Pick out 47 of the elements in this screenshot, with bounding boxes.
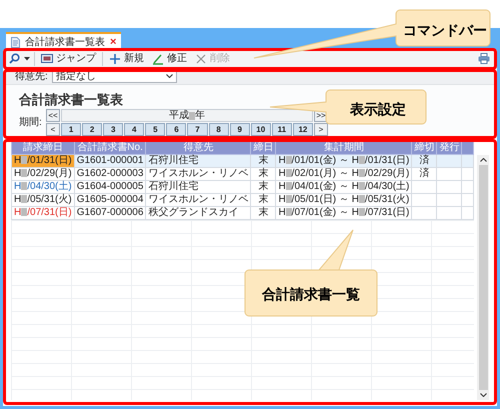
month-button[interactable]: 9 bbox=[230, 123, 250, 136]
tab-title: 合計請求書一覧表 bbox=[25, 36, 105, 50]
close-icon[interactable]: × bbox=[110, 36, 116, 48]
table-cell: H /05/31(火) bbox=[14, 194, 72, 205]
chevron-down-icon bbox=[166, 74, 173, 78]
plus-icon bbox=[109, 52, 121, 64]
table-cell: G1607-000006 bbox=[74, 206, 146, 220]
month-button[interactable]: 4 bbox=[124, 123, 144, 136]
screen-icon bbox=[41, 52, 53, 64]
scroll-up-icon[interactable] bbox=[480, 158, 486, 162]
new-button[interactable]: 新規 bbox=[107, 52, 146, 66]
table-cell: H /04/30(土) bbox=[14, 181, 72, 192]
jump-button[interactable]: ジャンプ bbox=[39, 52, 98, 66]
search-icon[interactable] bbox=[9, 53, 20, 64]
document-icon bbox=[11, 36, 20, 48]
table-cell: H /07/01(金) ～ H /07/31(日) bbox=[276, 206, 412, 220]
month-button[interactable]: 3 bbox=[103, 123, 124, 136]
table-cell: 秩父グランドスカイ bbox=[146, 206, 251, 220]
edit-button[interactable]: 修正 bbox=[150, 52, 189, 66]
callout-text: 合計請求書一覧 bbox=[261, 285, 361, 304]
month-button[interactable]: 2 bbox=[82, 123, 102, 136]
cross-icon bbox=[195, 52, 207, 64]
month-button[interactable]: 8 bbox=[208, 123, 229, 136]
report-title: 合計請求書一覧表 bbox=[19, 93, 124, 106]
pencil-icon bbox=[152, 52, 164, 64]
callout-text: 表示設定 bbox=[349, 100, 407, 119]
next-button[interactable]: > bbox=[314, 123, 328, 136]
month-button[interactable]: 11 bbox=[272, 123, 292, 136]
table-cell: H /07/31(日) bbox=[14, 207, 72, 218]
month-button[interactable]: 10 bbox=[250, 123, 271, 136]
scrollbar[interactable] bbox=[477, 155, 489, 400]
table-cell: 末 bbox=[250, 206, 276, 220]
scroll-down-icon[interactable] bbox=[480, 393, 486, 397]
first-button[interactable]: << bbox=[46, 109, 60, 122]
table-cell: H /02/29(月) bbox=[14, 168, 72, 179]
previous-button[interactable]: < bbox=[46, 123, 60, 136]
year-header: 平成 年 bbox=[61, 109, 313, 122]
dropdown-caret-icon[interactable] bbox=[24, 56, 30, 60]
printer-icon[interactable] bbox=[478, 53, 490, 64]
month-button[interactable]: 12 bbox=[292, 123, 313, 136]
month-button[interactable]: 5 bbox=[145, 123, 166, 136]
month-button[interactable]: 1 bbox=[61, 123, 82, 136]
table-cell: H /01/31(日) bbox=[14, 155, 72, 166]
callout-text: コマンドバー bbox=[402, 21, 488, 40]
period-label: 期間: bbox=[19, 116, 43, 130]
month-button[interactable]: 7 bbox=[187, 123, 208, 136]
month-button[interactable]: 6 bbox=[166, 123, 186, 136]
